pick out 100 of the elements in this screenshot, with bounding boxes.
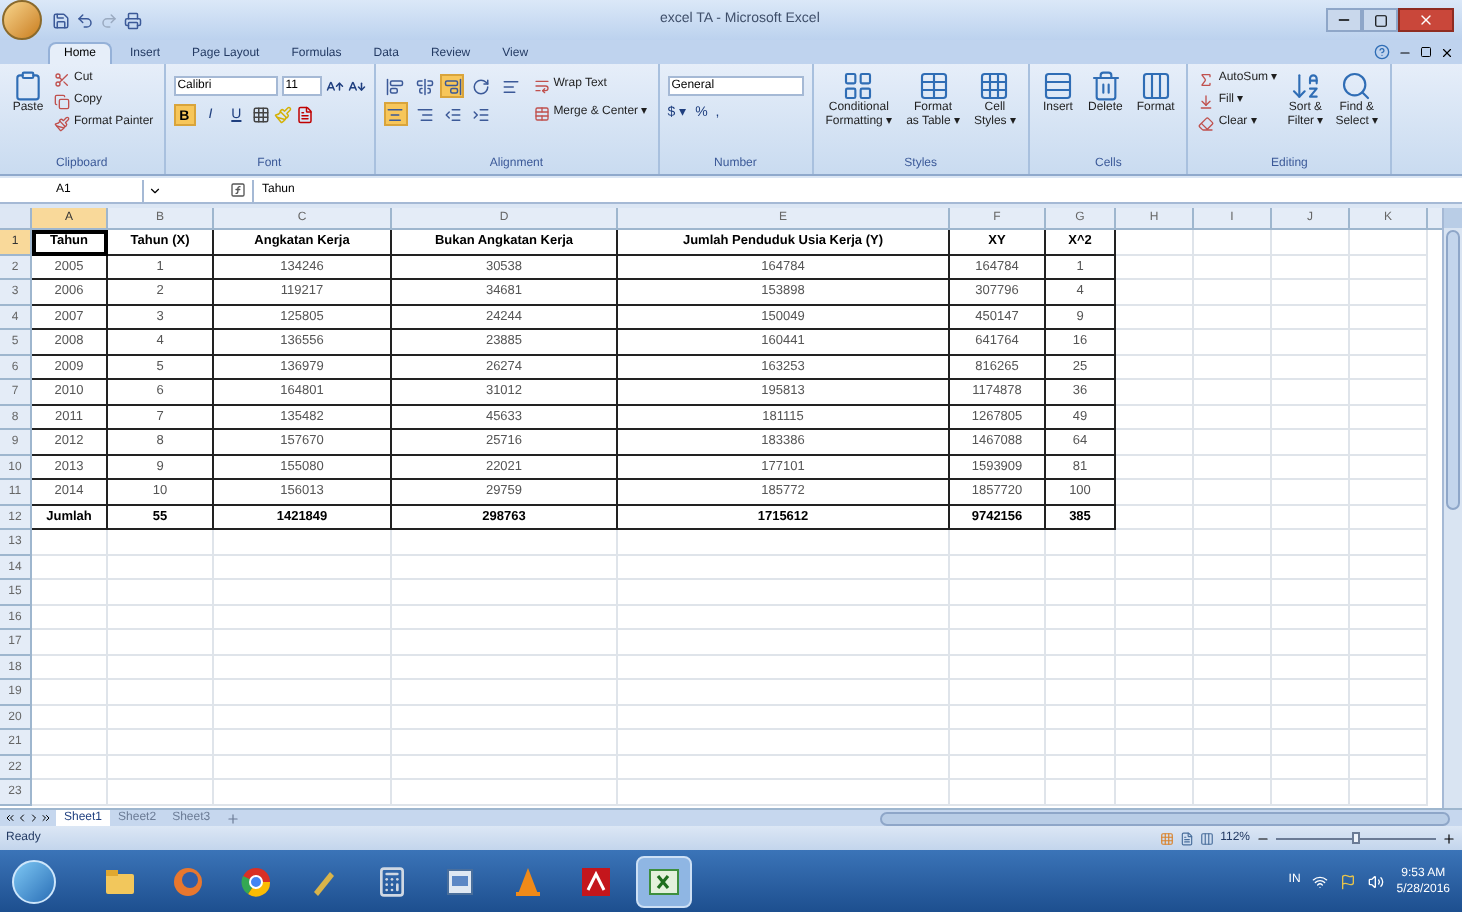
- alignment-icon: [415, 105, 434, 123]
- empty-cell: [1194, 330, 1272, 355]
- empty-cell: [1272, 730, 1350, 755]
- start-button[interactable]: [12, 859, 56, 903]
- globe-icon: [172, 865, 204, 897]
- align-button[interactable]: [383, 102, 408, 126]
- empty-cell: [1194, 730, 1272, 755]
- empty-cell: [1194, 605, 1272, 630]
- empty-cell: [1046, 680, 1116, 705]
- office-button[interactable]: [2, 0, 42, 40]
- empty-cell: [1194, 530, 1272, 555]
- maximize-button[interactable]: [1362, 8, 1398, 32]
- alignment-icon: [501, 77, 520, 95]
- print-icon[interactable]: [124, 11, 142, 29]
- empty-cell: [1116, 430, 1194, 455]
- empty-cell: [1350, 255, 1428, 280]
- eraser-icon: [1198, 115, 1215, 131]
- empty-cell: [108, 730, 214, 755]
- copy-icon: [54, 93, 70, 109]
- down-arrow-icon: [1198, 93, 1215, 109]
- last-sheet-icon[interactable]: [40, 812, 52, 824]
- empty-cell: [1350, 355, 1428, 380]
- undo-icon[interactable]: [76, 11, 94, 29]
- restore-icon[interactable]: [1420, 46, 1432, 58]
- speaker-icon[interactable]: [1368, 873, 1385, 889]
- close-icon[interactable]: [1440, 45, 1454, 59]
- empty-cell: [1194, 780, 1272, 805]
- zoom-in-icon[interactable]: [1442, 831, 1456, 845]
- empty-cell: [1272, 780, 1350, 805]
- page-layout-icon[interactable]: [1180, 831, 1195, 845]
- zoom-slider-thumb[interactable]: [1352, 832, 1360, 844]
- shrink-font-icon[interactable]: [347, 77, 366, 95]
- cells-icon: [978, 70, 1011, 102]
- alignment-icon: [443, 77, 462, 95]
- empty-cell: [1194, 455, 1272, 480]
- empty-cell: [1350, 630, 1428, 655]
- network-icon[interactable]: [1312, 873, 1329, 889]
- empty-cell: [950, 605, 1046, 630]
- align-button[interactable]: [469, 74, 494, 98]
- align-button[interactable]: [412, 74, 437, 98]
- close-button[interactable]: [1398, 8, 1454, 32]
- empty-cell: [1194, 380, 1272, 405]
- empty-cell: [108, 630, 214, 655]
- empty-cell: [108, 605, 214, 630]
- empty-cell: [950, 580, 1046, 605]
- empty-cell: [1350, 755, 1428, 780]
- empty-cell: [1116, 330, 1194, 355]
- first-sheet-icon[interactable]: [4, 812, 16, 824]
- vertical-scrollbar[interactable]: [1442, 208, 1462, 808]
- empty-cell: [1272, 680, 1350, 705]
- empty-cell: [1046, 655, 1116, 680]
- taskbar-button[interactable]: [636, 855, 692, 907]
- calculator-icon: [376, 865, 408, 897]
- empty-cell: [108, 705, 214, 730]
- alignment-icon: [386, 105, 405, 123]
- fill-color-icon[interactable]: [273, 106, 292, 124]
- empty-cell: [1116, 405, 1194, 430]
- dropdown-icon[interactable]: [148, 183, 162, 197]
- next-sheet-icon[interactable]: [28, 812, 40, 824]
- minimize-button[interactable]: [1326, 8, 1362, 32]
- help-icon[interactable]: [1374, 44, 1390, 60]
- empty-cell: [1116, 555, 1194, 580]
- empty-cell: [1272, 255, 1350, 280]
- align-button[interactable]: [383, 74, 408, 98]
- empty-cell: [1194, 655, 1272, 680]
- horizontal-scrollbar[interactable]: [880, 811, 1451, 825]
- empty-cell: [1046, 530, 1116, 555]
- borders-icon[interactable]: [251, 106, 270, 124]
- empty-cell: [1046, 755, 1116, 780]
- folder-icon: [104, 865, 136, 897]
- empty-cell: [1350, 280, 1428, 305]
- empty-cell: [1272, 380, 1350, 405]
- scroll-thumb[interactable]: [1446, 230, 1460, 510]
- search-icon: [1340, 70, 1373, 102]
- empty-cell: [108, 530, 214, 555]
- empty-cell: [1272, 580, 1350, 605]
- empty-cell: [1116, 455, 1194, 480]
- flag-icon[interactable]: [1340, 873, 1357, 889]
- empty-cell: [1116, 655, 1194, 680]
- empty-cell: [1272, 305, 1350, 330]
- empty-cell: [1350, 455, 1428, 480]
- function-icon[interactable]: [230, 182, 246, 198]
- empty-cell: [950, 705, 1046, 730]
- empty-cell: [1350, 505, 1428, 530]
- empty-cell: [1350, 230, 1428, 255]
- alignment-icon: [443, 105, 462, 123]
- empty-cell: [1350, 405, 1428, 430]
- clipboard-icon: [12, 70, 44, 102]
- empty-cell: [1116, 230, 1194, 255]
- font-color-icon[interactable]: [295, 106, 314, 124]
- table-icon: [917, 70, 950, 102]
- save-icon[interactable]: [52, 11, 70, 29]
- empty-cell: [950, 780, 1046, 805]
- grow-font-icon[interactable]: [325, 77, 344, 95]
- align-button[interactable]: [440, 74, 465, 98]
- page-break-icon[interactable]: [1200, 831, 1215, 845]
- empty-cell: [1350, 780, 1428, 805]
- empty-cell: [1116, 755, 1194, 780]
- previous-sheet-icon[interactable]: [16, 812, 28, 824]
- empty-cell: [1194, 355, 1272, 380]
